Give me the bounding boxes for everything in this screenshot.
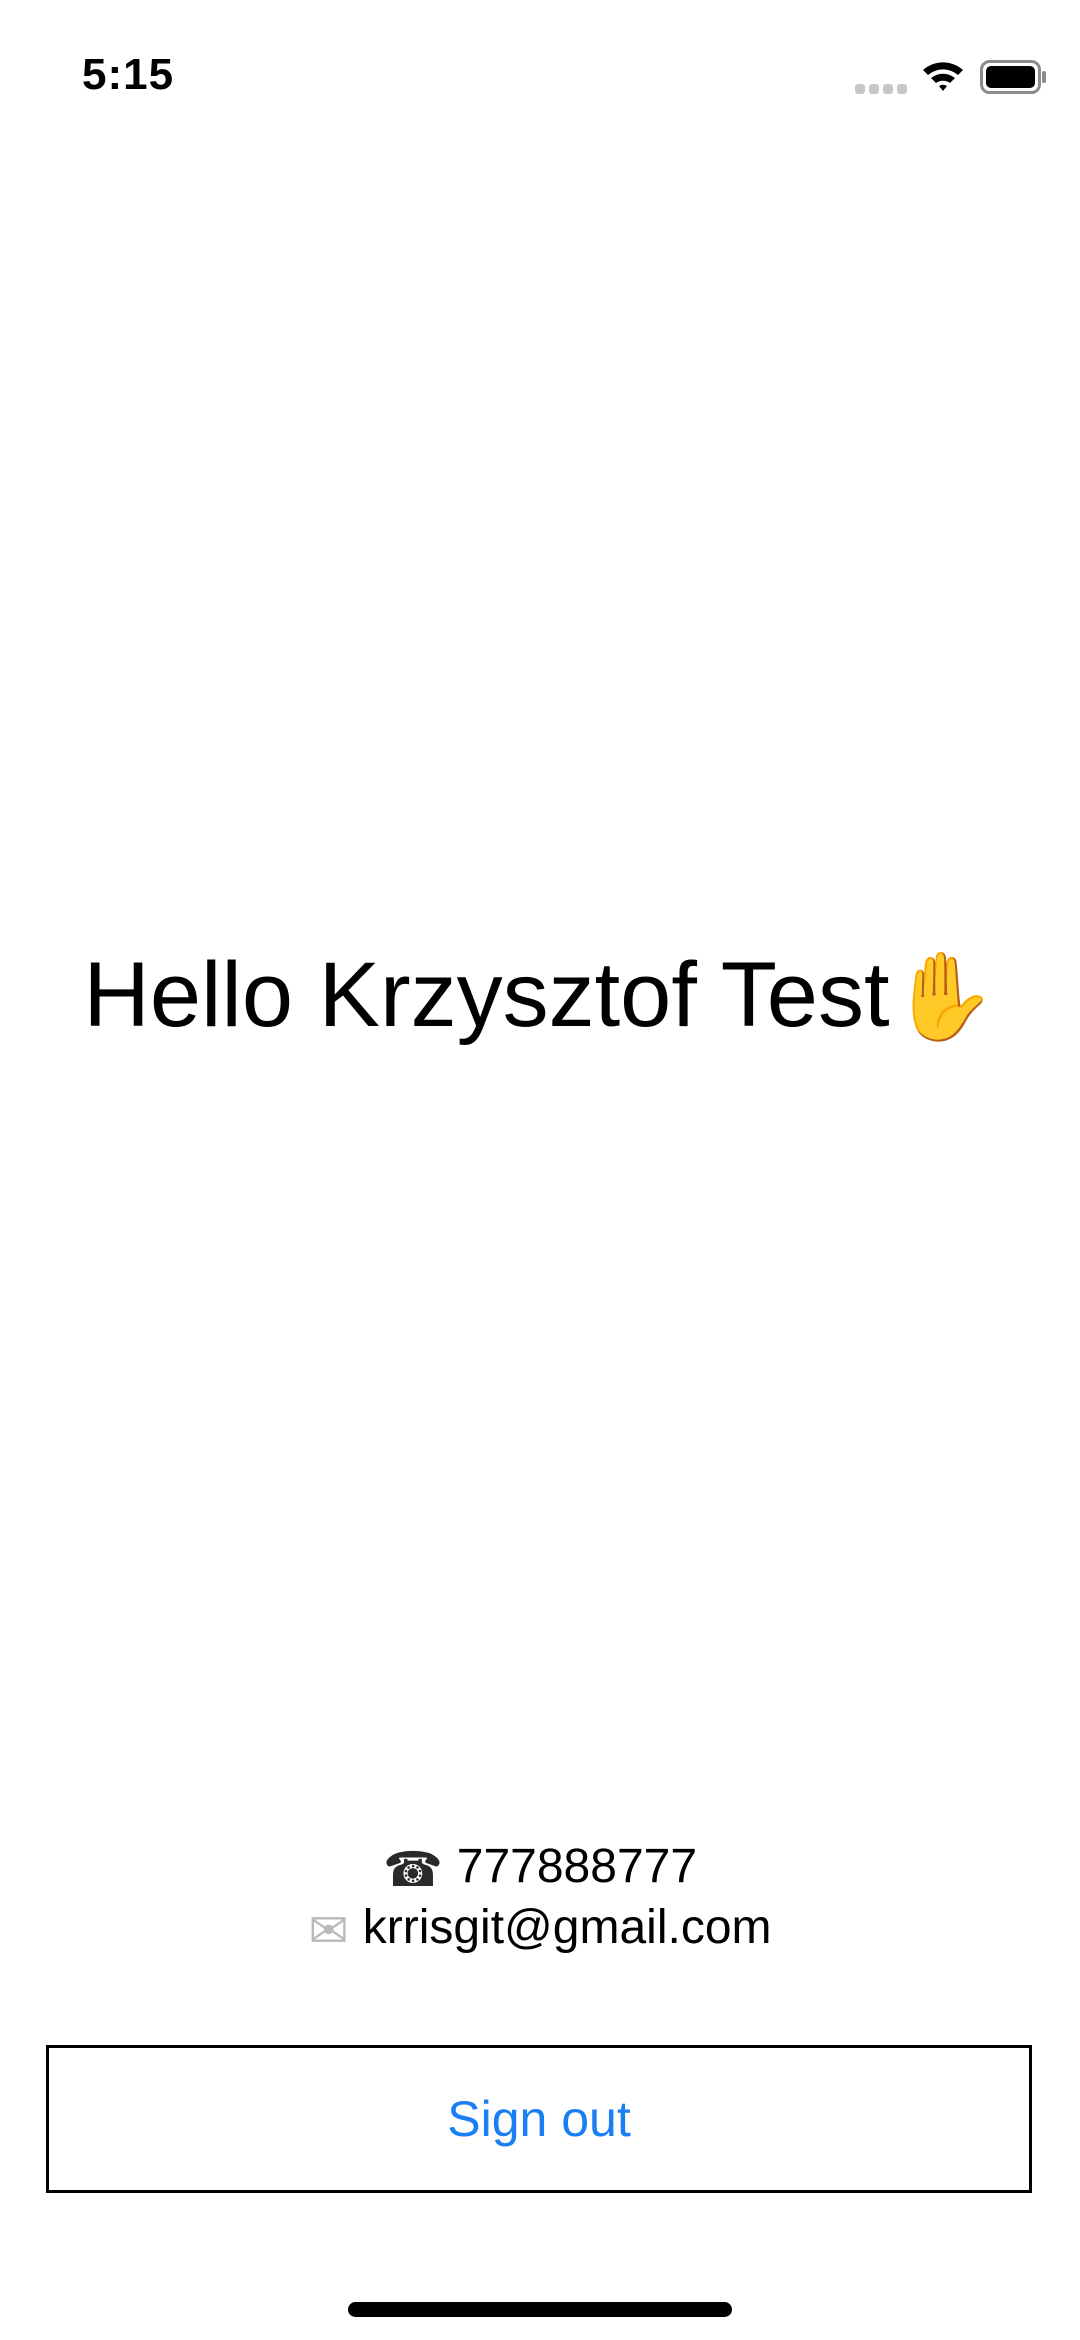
sign-out-label: Sign out (447, 2091, 631, 2147)
status-bar: 5:15 (0, 0, 1080, 140)
email-row: ✉ krrisgit@gmail.com (0, 1899, 1080, 1960)
email-address: krrisgit@gmail.com (362, 1901, 772, 1954)
sign-out-button[interactable]: Sign out (46, 2045, 1032, 2193)
mobile-phone-icon: ☎ (382, 1842, 443, 1898)
waving-hand-icon: ✋ (889, 947, 997, 1047)
wifi-icon (923, 62, 963, 91)
greeting-title: Hello Krzysztof Test✋ (0, 935, 1080, 1057)
greeting-text: Hello Krzysztof Test (83, 944, 890, 1046)
phone-row: ☎ 777888777 (0, 1838, 1080, 1899)
battery-icon (980, 60, 1046, 94)
envelope-icon: ✉ (308, 1903, 349, 1959)
contact-info: ☎ 777888777 ✉ krrisgit@gmail.com (0, 1838, 1080, 1960)
status-time: 5:15 (82, 50, 175, 99)
signal-icon (855, 84, 907, 94)
phone-number: 777888777 (456, 1840, 698, 1893)
home-indicator[interactable] (348, 2302, 732, 2317)
